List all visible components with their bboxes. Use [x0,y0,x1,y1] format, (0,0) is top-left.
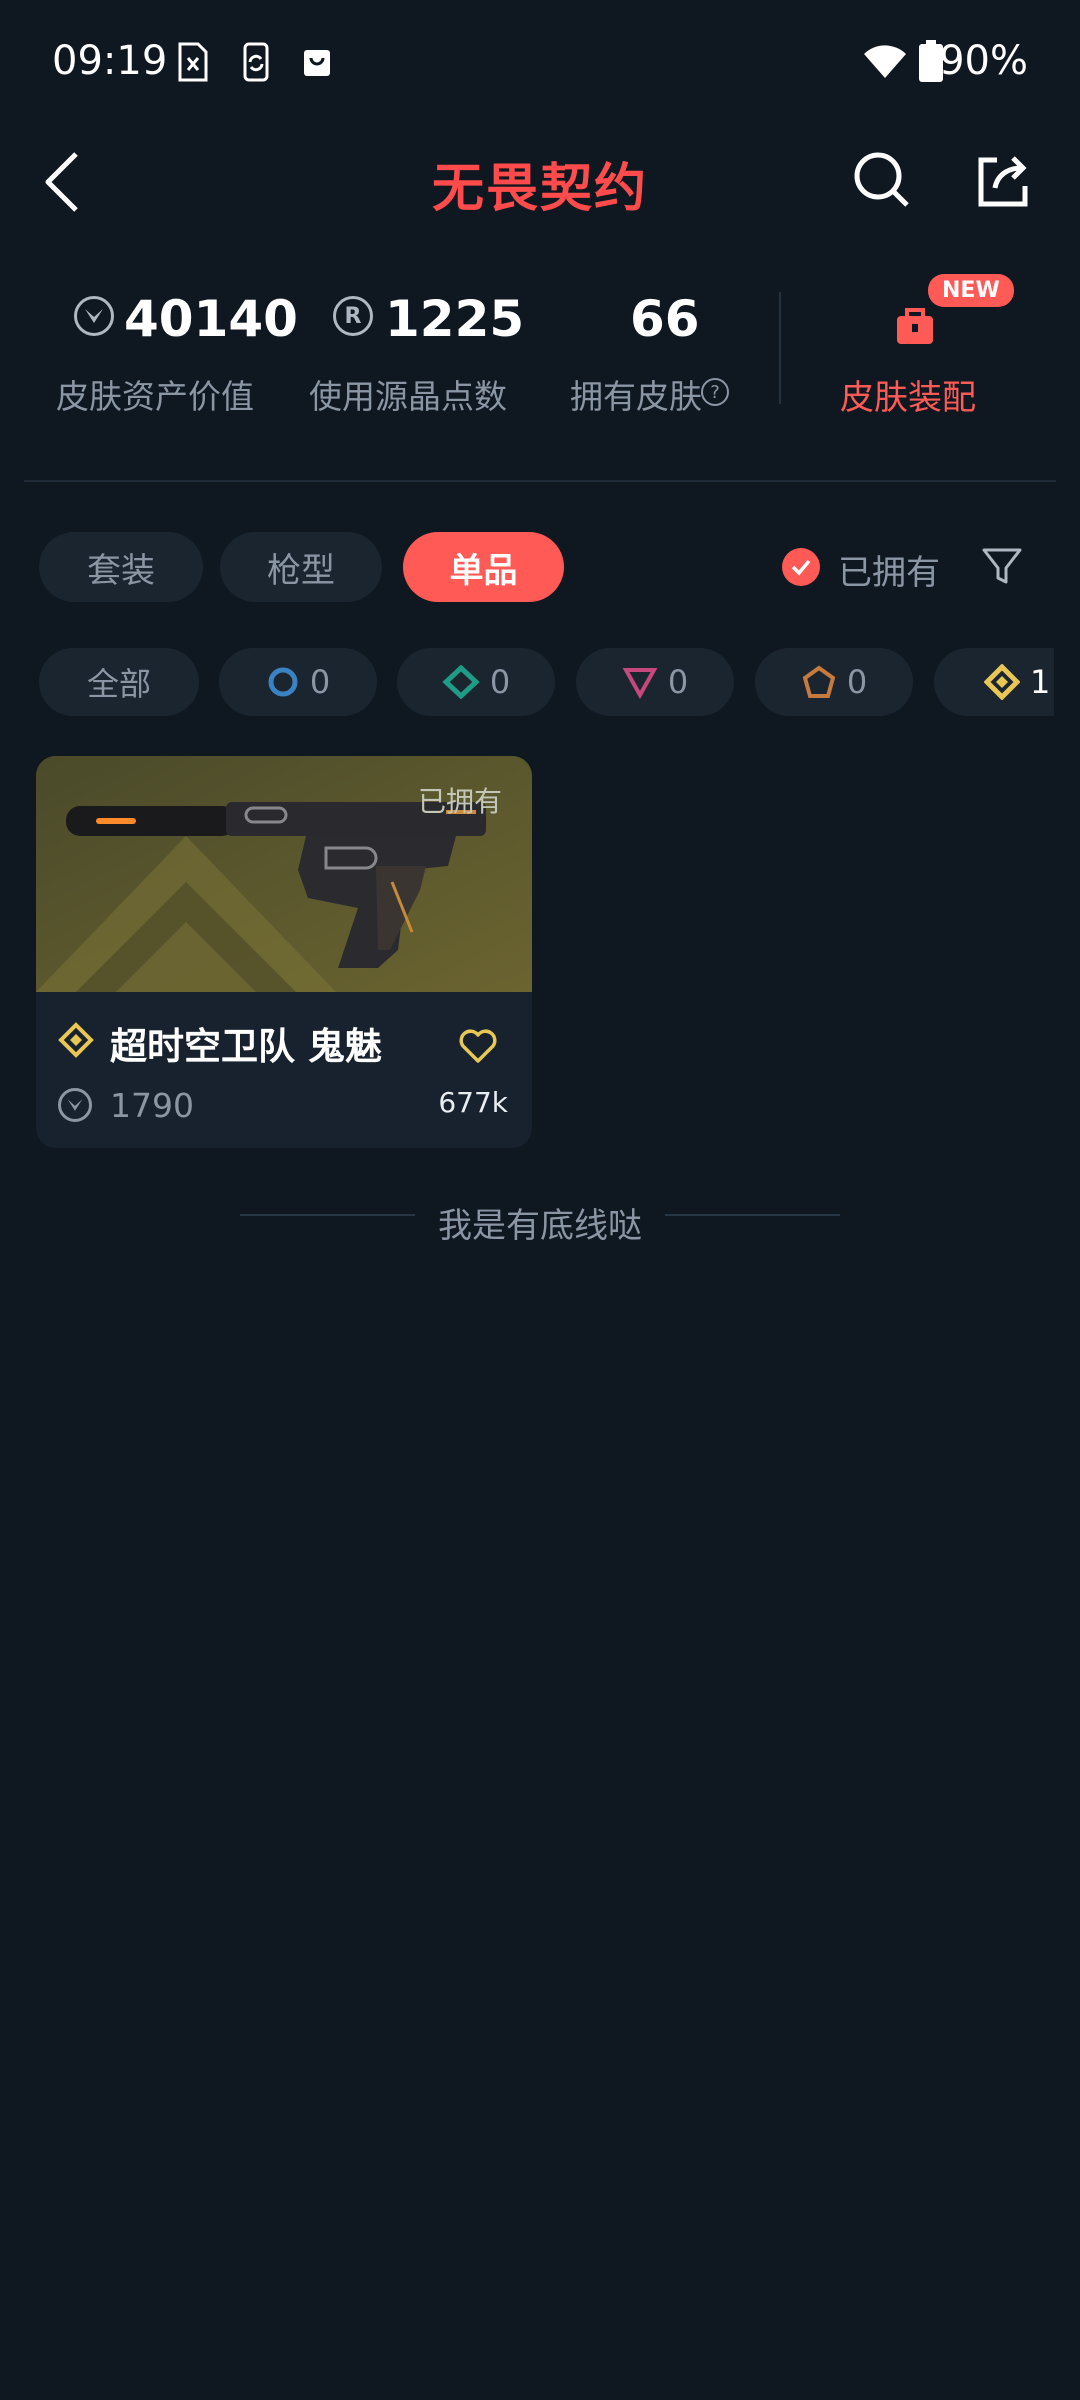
share-icon[interactable] [975,152,1031,208]
radianite-icon: R [333,296,373,336]
new-badge: NEW [928,274,1014,307]
tab-weapon-type[interactable]: 枪型 [220,532,382,602]
chip-count: 0 [667,663,689,701]
deluxe-edition-icon [442,665,480,699]
phone-sync-icon [243,42,269,82]
end-line-right [665,1214,840,1216]
outfit-icon[interactable] [893,304,937,348]
chip-all[interactable]: 全部 [39,648,199,716]
help-icon[interactable]: ? [701,378,729,406]
skin-name: 超时空卫队 鬼魅 [110,1025,382,1068]
filter-icon[interactable] [980,544,1024,588]
owned-tag: 已拥有 [417,785,502,818]
chip-all-label: 全部 [86,665,151,703]
ultra-edition-icon [58,1022,94,1058]
tab-bundles[interactable]: 套装 [39,532,203,602]
heart-icon[interactable] [458,1028,498,1064]
end-of-list-text: 我是有底线哒 [438,1206,642,1246]
points-label: 使用源晶点数 [309,377,507,416]
owned-filter-label[interactable]: 已拥有 [838,545,940,594]
chip-count: 1 [1030,663,1051,701]
wifi-icon [864,45,906,78]
skin-card[interactable]: 已拥有 超时空卫队 鬼魅 1790 677k [36,756,532,1148]
section-divider [24,480,1056,482]
valorant-points-icon [74,296,114,336]
select-edition-icon [268,667,298,697]
valorant-points-icon [58,1088,92,1122]
like-count: 677k [438,1086,508,1119]
skins-count: 66 [630,290,700,348]
chip-select[interactable]: 0 [219,648,377,716]
exclusive-edition-icon [802,665,836,698]
owned-checkbox[interactable] [782,548,820,586]
premium-edition-icon [622,668,658,699]
points-value: 1225 [385,290,525,348]
skins-label: 拥有皮肤 [570,377,702,416]
chip-count: 0 [846,663,868,701]
asset-value: 40140 [124,290,298,348]
chip-deluxe[interactable]: 0 [397,648,555,716]
skin-price: 1790 [110,1086,194,1125]
chip-exclusive[interactable]: 0 [755,648,913,716]
status-bar: 09:19 90% [0,0,1080,120]
chip-ultra[interactable]: 1 [934,648,1054,716]
check-icon [791,559,811,576]
asset-value-label: 皮肤资产价值 [56,377,254,416]
ultra-edition-icon [984,664,1020,700]
search-icon[interactable] [852,150,912,210]
status-time: 09:19 [52,38,168,84]
chip-count: 0 [309,663,331,701]
outfit-button[interactable]: 皮肤装配 [840,370,976,419]
battery-percentage: 90% [939,38,1028,84]
shopping-bag-icon [304,50,330,76]
sim-card-icon [178,42,208,82]
chip-premium[interactable]: 0 [576,648,734,716]
app-logo-title: 无畏契约 [431,159,648,219]
tab-single-item[interactable]: 单品 [403,532,564,602]
skin-image: 已拥有 [36,756,532,992]
chip-count: 0 [489,663,511,701]
stats-divider [779,292,781,404]
